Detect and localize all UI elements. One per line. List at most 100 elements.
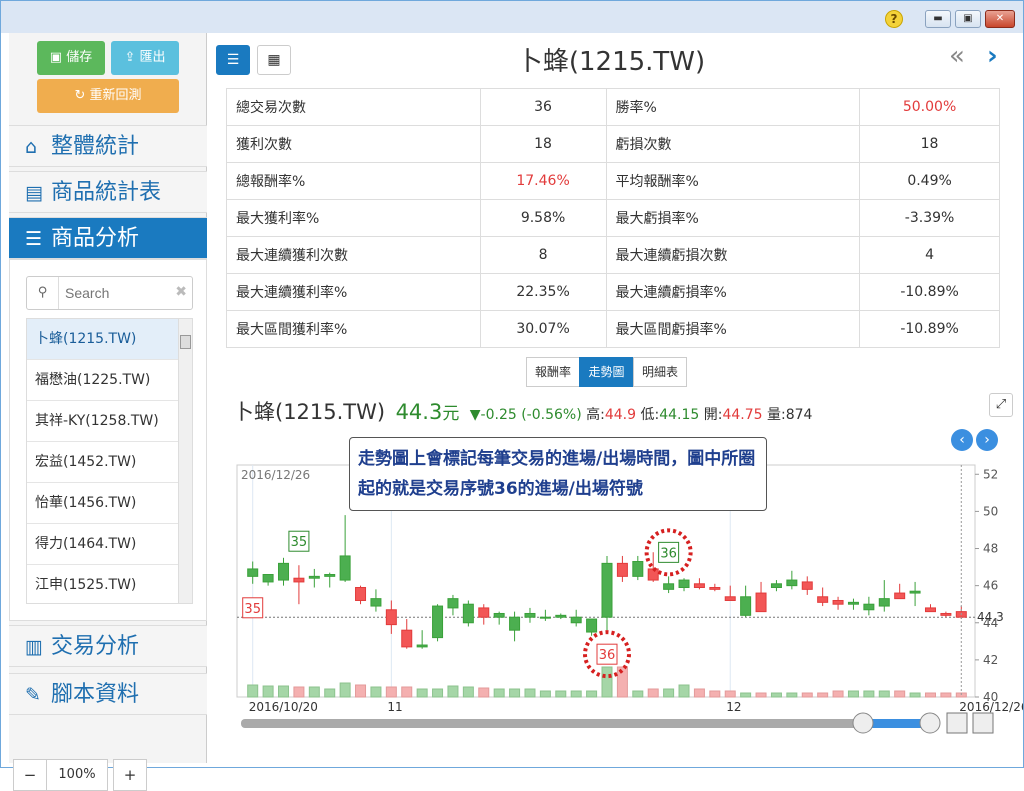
stats-value: -10.89% bbox=[859, 273, 1000, 311]
home-icon: ⌂ bbox=[25, 136, 38, 158]
menu-script-data[interactable]: ✎ 腳本資料 bbox=[9, 673, 207, 715]
quote-vol-label: 量: bbox=[767, 407, 786, 423]
trade-marker-label: 35 bbox=[291, 535, 308, 550]
maximize-button[interactable]: ▣ bbox=[955, 10, 981, 28]
volume-bar bbox=[401, 686, 413, 698]
volume-bar bbox=[293, 686, 305, 698]
list-scrollbar[interactable] bbox=[178, 319, 192, 603]
volume-bar bbox=[278, 685, 290, 698]
y-tick-label: 52 bbox=[983, 467, 998, 481]
candle-body bbox=[570, 616, 582, 624]
x-tick-label: 11 bbox=[387, 700, 402, 714]
x-tick-label: 2016/10/20 bbox=[249, 700, 318, 714]
zoom-level: 100% bbox=[46, 759, 108, 791]
chart-next-icon[interactable]: › bbox=[976, 429, 998, 451]
volume-bar bbox=[570, 690, 582, 698]
menu-product-analysis[interactable]: ☰ 商品分析 bbox=[9, 217, 207, 259]
candle-body bbox=[478, 607, 490, 618]
refresh-icon: ↻ bbox=[74, 88, 86, 103]
list-item[interactable]: 卜蜂(1215.TW) bbox=[27, 319, 192, 360]
minimize-button[interactable]: ▬ bbox=[925, 10, 951, 28]
stats-label: 最大連續虧損次數 bbox=[605, 236, 861, 274]
export-button[interactable]: ⇪ 匯出 bbox=[111, 41, 179, 75]
trade-marker-label: 36 bbox=[599, 648, 616, 663]
grid-view-button[interactable]: ▦ bbox=[257, 45, 291, 75]
volume-bar bbox=[863, 690, 875, 698]
candle-body bbox=[601, 562, 613, 618]
stats-table: 總交易次數 36 勝率% 50.00% 獲利次數 18 虧損次數 18 總報酬率% 17.46% 平… bbox=[226, 88, 1000, 348]
candle-body bbox=[709, 586, 721, 590]
zoom-in-button[interactable]: + bbox=[113, 759, 147, 791]
candle-body bbox=[786, 579, 798, 587]
volume-bar bbox=[940, 692, 952, 698]
bar-chart-icon: ▥ bbox=[25, 636, 43, 658]
close-button[interactable]: ✕ bbox=[985, 10, 1015, 28]
save-icon: ▣ bbox=[49, 50, 63, 65]
zoom-out-chart-icon bbox=[946, 712, 968, 734]
stats-value: 36 bbox=[479, 88, 607, 126]
menu-overall-stats[interactable]: ⌂ 整體統計 bbox=[9, 125, 207, 167]
rerun-label: 重新回測 bbox=[89, 88, 142, 103]
prev-arrow-icon[interactable]: « bbox=[949, 41, 965, 71]
quote-high: 44.9 bbox=[604, 407, 637, 423]
stats-row: 獲利次數 18 虧損次數 18 bbox=[226, 125, 1000, 163]
volume-bar bbox=[832, 690, 844, 698]
volume-bar bbox=[416, 688, 428, 698]
candle-body bbox=[678, 579, 690, 588]
volume-bar bbox=[894, 690, 906, 698]
list-item[interactable]: 其祥-KY(1258.TW) bbox=[27, 401, 192, 442]
stats-value: 50.00% bbox=[859, 88, 1000, 126]
candle-body bbox=[770, 583, 782, 588]
trade-marker-label: 36 bbox=[660, 546, 677, 561]
product-list-panel: ⚲ ✖ 卜蜂(1215.TW) 福懋油(1225.TW) 其祥-KY(1258.… bbox=[9, 259, 207, 621]
volume-bar bbox=[693, 688, 705, 698]
annotation-callout: 走勢圖上會標記每筆交易的進場/出場時間，圖中所圈起的就是交易序號36的進場/出場… bbox=[349, 437, 767, 511]
scrollbar-thumb[interactable] bbox=[180, 335, 191, 349]
menu-trade-analysis[interactable]: ▥ 交易分析 bbox=[9, 625, 207, 667]
volume-bar bbox=[817, 692, 829, 698]
page-title: 卜蜂(1215.TW) bbox=[516, 47, 706, 77]
list-item[interactable]: 宏益(1452.TW) bbox=[27, 442, 192, 483]
volume-bar bbox=[924, 692, 936, 698]
list-view-button[interactable]: ☰ bbox=[216, 45, 250, 75]
clear-icon[interactable]: ✖ bbox=[175, 284, 187, 300]
list-item[interactable]: 得力(1464.TW) bbox=[27, 524, 192, 565]
menu-product-stats[interactable]: ▤ 商品統計表 bbox=[9, 171, 207, 213]
list-item[interactable]: 怡華(1456.TW) bbox=[27, 483, 192, 524]
volume-bar bbox=[355, 684, 367, 698]
tab-detail[interactable]: 明細表 bbox=[632, 357, 687, 387]
volume-bar bbox=[432, 688, 444, 698]
volume-bar bbox=[586, 690, 598, 698]
stats-label: 最大區間獲利率% bbox=[226, 310, 481, 348]
quote-vol: 874 bbox=[785, 407, 813, 423]
list-item[interactable]: 福懋油(1225.TW) bbox=[27, 360, 192, 401]
app-window: ? ▬ ▣ ✕ ▣ 儲存 ⇪ 匯出 ↻ 重新回測 ⌂ 整體統計 ▤ 商品統計表 ☰ 商… bbox=[0, 0, 1024, 791]
quote-open-label: 開: bbox=[703, 407, 723, 423]
candle-body bbox=[832, 599, 844, 605]
fullscreen-icon[interactable]: ⤢ bbox=[989, 393, 1013, 417]
quote-change: ▼-0.25 (-0.56%) bbox=[469, 407, 582, 423]
volume-bar bbox=[724, 690, 736, 698]
candle-body bbox=[586, 618, 598, 633]
stats-value: 30.07% bbox=[479, 310, 607, 348]
help-icon[interactable]: ? bbox=[885, 10, 903, 28]
tab-trend[interactable]: 走勢圖 bbox=[579, 357, 634, 387]
candle-body bbox=[940, 612, 952, 616]
volume-bar bbox=[370, 686, 382, 698]
candle-body bbox=[432, 605, 444, 639]
list-item[interactable]: 江申(1525.TW) bbox=[27, 565, 192, 603]
rerun-button[interactable]: ↻ 重新回測 bbox=[37, 79, 179, 113]
save-button[interactable]: ▣ 儲存 bbox=[37, 41, 105, 75]
end-date-label: 2016/12/26 bbox=[959, 700, 1023, 714]
candle-body bbox=[308, 575, 320, 579]
quote-name: 卜蜂(1215.TW) bbox=[233, 400, 386, 424]
tab-return[interactable]: 報酬率 bbox=[526, 357, 581, 387]
chart-prev-icon[interactable]: ‹ bbox=[951, 429, 973, 451]
menu-label: 整體統計 bbox=[51, 134, 140, 159]
candle-body bbox=[755, 592, 767, 613]
sidebar: ▣ 儲存 ⇪ 匯出 ↻ 重新回測 ⌂ 整體統計 ▤ 商品統計表 ☰ 商品分析 ⚲ ✖ … bbox=[9, 33, 207, 791]
stats-label: 獲利次數 bbox=[226, 125, 481, 163]
next-arrow-icon[interactable]: › bbox=[987, 41, 998, 71]
search-input[interactable] bbox=[65, 281, 169, 305]
zoom-out-button[interactable]: − bbox=[13, 759, 47, 791]
